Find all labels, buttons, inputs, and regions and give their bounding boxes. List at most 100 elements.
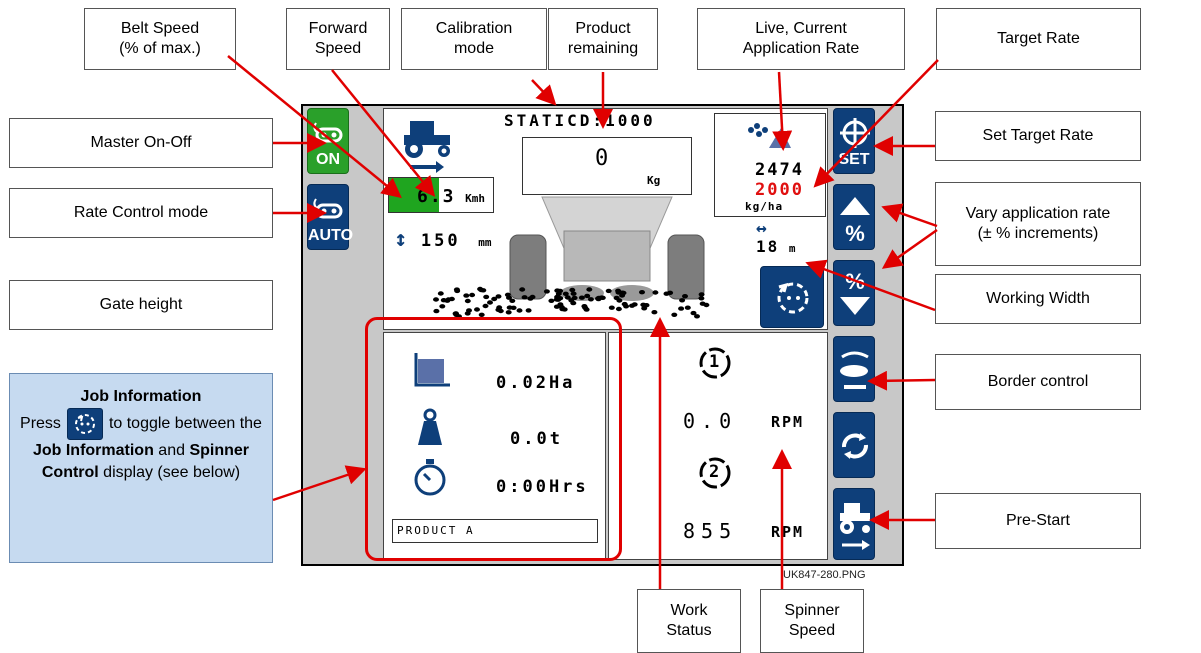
- granule-dot: [620, 290, 627, 296]
- pct-down-label: %: [845, 269, 865, 294]
- granule-dot: [496, 305, 503, 310]
- calibration-mode-label: STATIC: [504, 111, 580, 130]
- spinner-1-value: 0.0: [683, 409, 738, 433]
- spinner-toggle-icon: [777, 282, 809, 314]
- callout-master-on-off: Master On-Off: [9, 118, 273, 168]
- rate-control-auto-button[interactable]: AUTO: [307, 184, 354, 250]
- granule-dot: [608, 305, 615, 310]
- gate-height-icon: ↕: [394, 227, 408, 252]
- speed-value: 6.3: [417, 186, 456, 207]
- belt-auto-icon: [313, 198, 343, 219]
- callout-forward-speed: Forward Speed: [286, 8, 390, 70]
- callout-target-rate: Target Rate: [936, 8, 1141, 70]
- callout-spinner-speed: Spinner Speed: [760, 589, 864, 653]
- callout-pre-start: Pre-Start: [935, 493, 1141, 549]
- spinner-2-unit: RPM: [771, 523, 805, 541]
- granule-dot: [578, 295, 585, 300]
- spinner-speed-panel: 1 0.0 RPM 2 855 RPM: [608, 332, 828, 560]
- granule-dot: [564, 295, 571, 300]
- main-display-panel: 6.3 Kmh ↕ 150 mm STATICD:1000 0 Kg 2474 …: [383, 108, 828, 330]
- granule-dot: [437, 291, 444, 296]
- auto-label: AUTO: [308, 227, 354, 244]
- granule-dot: [439, 304, 446, 309]
- granule-dot: [679, 298, 686, 303]
- granule-dot: [583, 307, 590, 312]
- granule-dot: [516, 308, 523, 313]
- granule-dot: [613, 295, 620, 301]
- calibration-value: D:1000: [579, 111, 656, 130]
- granule-dot: [527, 296, 534, 301]
- granule-dot: [521, 295, 528, 300]
- granule-dot: [586, 287, 593, 292]
- granule-dot: [598, 295, 605, 300]
- granule-dot: [464, 311, 471, 316]
- granule-dot: [474, 307, 480, 312]
- spinner-1-unit: RPM: [771, 413, 805, 431]
- tractor-icon: [404, 121, 450, 173]
- granule-dot: [525, 308, 532, 313]
- callout-live-rate: Live, Current Application Rate: [697, 8, 905, 70]
- granule-dot: [554, 288, 561, 293]
- speed-unit: Kmh: [465, 192, 486, 205]
- percent-down-icon: %: [840, 269, 870, 315]
- granule-dot: [464, 298, 471, 304]
- granule-dot: [663, 291, 670, 296]
- master-on-button[interactable]: ON: [307, 108, 349, 174]
- granule-dot: [454, 288, 461, 294]
- granule-dot: [690, 310, 697, 316]
- job-info-title: Job Information: [80, 388, 202, 405]
- pre-start-tractor-icon: [840, 503, 870, 550]
- product-remaining-value: 0: [595, 146, 609, 171]
- spinner-2-number: 2: [709, 462, 720, 482]
- target-rate-value: 2000: [755, 180, 804, 200]
- spinner-control-button[interactable]: [833, 412, 875, 478]
- spinner-cycle-icon: [842, 433, 868, 459]
- granule-dot: [652, 290, 659, 295]
- percent-up-icon: %: [840, 197, 870, 246]
- job-info-press: Press: [20, 415, 61, 433]
- granule-dot: [557, 302, 564, 307]
- job-spinner-toggle-button[interactable]: [760, 266, 824, 328]
- granule-dot: [495, 294, 502, 299]
- granule-dot: [584, 293, 591, 299]
- set-label: SET: [838, 151, 870, 168]
- callout-belt-speed: Belt Speed (% of max.): [84, 8, 236, 70]
- granule-dot: [639, 290, 645, 295]
- rate-increase-button[interactable]: %: [833, 184, 875, 250]
- application-rate-box: 2474 2000 kg/ha: [714, 113, 826, 217]
- granule-dot: [698, 292, 705, 297]
- callout-rate-control-mode: Rate Control mode: [9, 188, 273, 238]
- granule-dot: [543, 289, 550, 294]
- belt-icon: [313, 122, 343, 143]
- granule-dot: [678, 306, 685, 311]
- granule-dot: [469, 292, 476, 298]
- border-spread-icon: [840, 351, 869, 389]
- on-label: ON: [316, 151, 340, 168]
- granule-dot: [505, 310, 512, 315]
- granule-dot: [698, 296, 705, 301]
- job-information-note: Job Information Press to toggle between …: [9, 373, 273, 563]
- callout-border-control: Border control: [935, 354, 1141, 410]
- job-info-highlight: [365, 317, 622, 561]
- working-width-value: 18: [756, 237, 780, 256]
- callout-gate-height: Gate height: [9, 280, 273, 330]
- granule-dot: [615, 306, 622, 312]
- working-width-unit: m: [788, 242, 796, 255]
- granule-dot: [623, 304, 630, 309]
- border-control-button[interactable]: [833, 336, 875, 402]
- target-crosshair-icon: [840, 118, 870, 148]
- set-target-rate-button[interactable]: SET: [833, 108, 875, 174]
- granule-dot: [506, 305, 513, 310]
- spinner-1-number: 1: [709, 352, 720, 372]
- granule-dot: [561, 307, 568, 312]
- granule-dot: [433, 297, 439, 302]
- rate-decrease-button[interactable]: %: [833, 260, 875, 326]
- job-info-bold-a: Job Information: [32, 442, 154, 459]
- job-info-text-c: display (see below): [98, 464, 241, 481]
- width-arrows-icon: ↔: [756, 218, 767, 239]
- spinner-toggle-icon: [66, 408, 103, 440]
- granule-dot: [605, 288, 612, 294]
- pre-start-button[interactable]: [833, 488, 875, 560]
- gate-height-value: 150: [420, 231, 461, 251]
- granule-dot: [570, 291, 577, 296]
